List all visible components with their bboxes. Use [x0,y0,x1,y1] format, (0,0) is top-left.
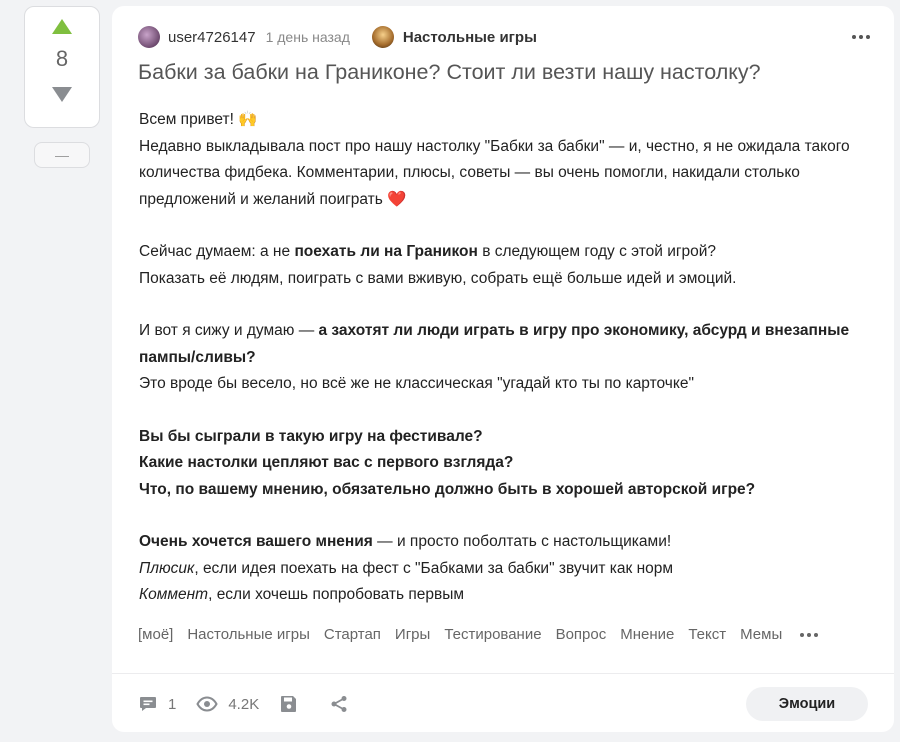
p5-text-b: — и просто поболтать с настольщиками! [372,533,672,550]
tag-testing[interactable]: Тестирование [444,626,541,643]
tag-opinion[interactable]: Мнение [620,626,674,643]
tag-games[interactable]: Игры [395,626,430,643]
paragraph-2: Сейчас думаем: а не поехать ли на Граник… [139,239,879,292]
comments-count: 1 [168,695,177,713]
post-body: Всем привет! 🙌 Недавно выкладывала пост … [139,107,879,635]
comments-button[interactable]: 1 [138,694,176,714]
paragraph-3: И вот я сижу и думаю — а захотят ли люди… [139,318,879,398]
divider [112,673,894,674]
paragraph-1: Всем привет! 🙌 Недавно выкладывала пост … [139,107,879,213]
greeting-text: Всем привет! 🙌 [139,111,258,128]
post-meta: user4726147 1 день назад Настольные игры [138,24,874,50]
more-tags-icon[interactable] [800,632,819,637]
eye-icon [196,696,218,712]
p5-italic-plus: Плюсик [139,559,195,577]
post-time: 1 день назад [265,29,350,45]
question-2: Какие настолки цепляют вас с первого взг… [139,454,514,471]
author-link[interactable]: user4726147 [168,29,256,46]
tag-startup[interactable]: Стартап [324,626,381,643]
post-footer: 1 4.2K Эмоции [138,686,868,722]
share-icon [331,696,347,712]
p2-bold: поехать ли на Граникон [294,243,478,260]
vote-count: 8 [55,46,69,71]
p3-text-a: И вот я сижу и думаю — [139,322,319,339]
paragraph-5: Очень хочется вашего мнения — и просто п… [139,529,879,609]
tag-list: [моё] Настольные игры Стартап Игры Тести… [138,626,874,643]
collapse-button[interactable]: — [34,142,90,168]
p2-text-a: Сейчас думаем: а не [139,243,295,260]
community-link[interactable]: Настольные игры [403,29,537,46]
p2-text-d: Показать её людям, поиграть с вами вживу… [139,269,737,287]
save-icon [281,696,297,712]
more-options-icon[interactable] [848,29,874,45]
paragraph-4: Вы бы сыграли в такую игру на фестивале?… [139,424,879,504]
tag-moe[interactable]: [моё] [138,626,173,643]
views-counter: 4.2K [196,694,259,714]
tag-question[interactable]: Вопрос [556,626,607,643]
views-count: 4.2K [228,695,260,713]
tag-board-games[interactable]: Настольные игры [187,626,310,643]
vote-box: 8 [24,6,100,128]
tag-memes[interactable]: Мемы [740,626,782,643]
save-button[interactable] [279,694,309,714]
emotions-button[interactable]: Эмоции [746,687,868,721]
p5-bold: Очень хочется вашего мнения [139,533,373,550]
comment-icon [140,697,156,711]
tag-text[interactable]: Текст [688,626,726,643]
post-card: user4726147 1 день назад Настольные игры… [112,6,894,732]
collapse-label: — [55,147,69,163]
question-3: Что, по вашему мнению, обязательно должн… [139,480,756,498]
downvote-arrow-icon[interactable] [52,87,72,102]
upvote-arrow-icon[interactable] [52,19,72,34]
p3-text-c: Это вроде бы весело, но всё же не класси… [139,375,694,392]
share-button[interactable] [329,694,359,714]
question-1: Вы бы сыграли в такую игру на фестивале? [139,427,483,445]
p1-text: Недавно выкладывала пост про нашу настол… [139,137,850,208]
heart-emoji-icon: ❤️ [387,190,407,208]
post-title[interactable]: Бабки за бабки на Граниконе? Стоит ли ве… [138,58,874,86]
community-icon[interactable] [371,26,394,48]
p5-text-d: , если идея поехать на фест с "Бабками з… [194,559,674,577]
p5-italic-comment: Коммент [139,586,209,603]
avatar[interactable] [138,26,160,48]
p5-text-f: , если хочешь попробовать первым [208,586,465,603]
p2-text-c: в следующем году с этой игрой? [477,243,717,260]
